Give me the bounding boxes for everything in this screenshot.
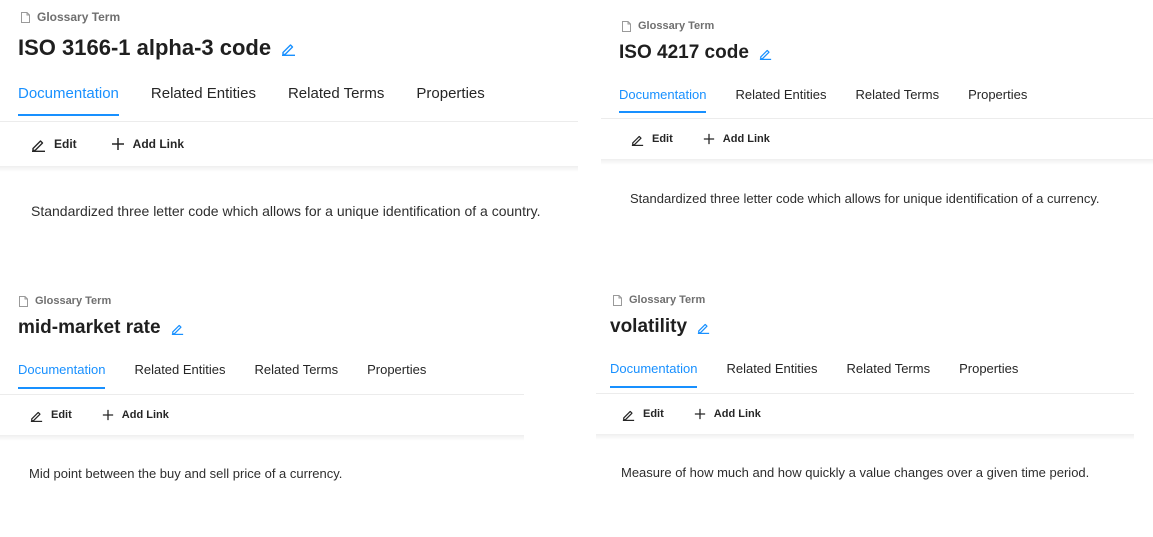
tab-related-terms[interactable]: Related Terms (856, 87, 940, 102)
tab-related-terms[interactable]: Related Terms (255, 362, 339, 377)
pencil-icon (631, 135, 644, 146)
glossary-term-panel: Glossary Term volatility Documentation R… (596, 274, 1153, 537)
tab-documentation[interactable]: Documentation (619, 87, 707, 113)
entity-type-label: Glossary Term (629, 294, 706, 306)
tab-properties[interactable]: Properties (968, 87, 1027, 102)
document-icon (613, 294, 622, 306)
tab-documentation[interactable]: Documentation (18, 85, 119, 116)
toolbar-shadow (0, 166, 578, 172)
document-icon (622, 20, 631, 32)
tab-related-terms[interactable]: Related Terms (288, 85, 384, 102)
entity-type-label: Glossary Term (35, 295, 112, 307)
plus-icon (111, 138, 124, 150)
documentation-toolbar: Edit Add Link (0, 395, 524, 435)
edit-button-label: Edit (54, 137, 77, 151)
edit-button[interactable]: Edit (622, 408, 664, 421)
documentation-text: Measure of how much and how quickly a va… (621, 465, 1090, 480)
pencil-icon[interactable] (759, 47, 772, 60)
page-title: ISO 4217 code (619, 42, 749, 63)
toolbar-shadow (601, 159, 1153, 165)
add-link-button-label: Add Link (121, 409, 169, 421)
tab-related-entities[interactable]: Related Entities (134, 362, 225, 377)
pencil-icon[interactable] (697, 321, 710, 334)
pencil-icon (30, 411, 43, 422)
tab-related-entities[interactable]: Related Entities (726, 361, 817, 376)
tab-related-terms[interactable]: Related Terms (847, 361, 931, 376)
glossary-term-panel: Glossary Term ISO 3166-1 alpha-3 code Do… (0, 0, 578, 232)
tab-bar: Documentation Related Entities Related T… (619, 87, 1056, 113)
page-title-row: mid-market rate (18, 317, 184, 339)
entity-type-label: Glossary Term (37, 10, 121, 24)
tab-bar: Documentation Related Entities Related T… (18, 85, 517, 116)
add-link-button[interactable]: Add Link (102, 409, 169, 421)
edit-button-label: Edit (643, 408, 664, 420)
tab-related-entities[interactable]: Related Entities (151, 85, 256, 102)
tab-documentation[interactable]: Documentation (18, 362, 106, 389)
add-link-button-label: Add Link (132, 137, 184, 151)
pencil-icon (32, 139, 45, 152)
glossary-term-panel: Glossary Term ISO 4217 code Documentatio… (601, 0, 1153, 242)
glossary-term-panel: Glossary Term mid-market rate Documentat… (0, 274, 524, 537)
documentation-text: Standardized three letter code which all… (630, 191, 1100, 206)
pencil-icon[interactable] (281, 41, 296, 56)
tab-properties[interactable]: Properties (367, 362, 426, 377)
add-link-button[interactable]: Add Link (703, 133, 770, 145)
tab-properties[interactable]: Properties (416, 85, 484, 102)
documentation-toolbar: Edit Add Link (0, 122, 578, 166)
page-title: ISO 3166-1 alpha-3 code (18, 35, 272, 60)
plus-icon (694, 408, 705, 420)
toolbar-shadow (0, 435, 524, 441)
page-title-row: ISO 4217 code (619, 42, 772, 64)
entity-type-row: Glossary Term (19, 295, 111, 307)
document-icon (19, 295, 28, 307)
pencil-icon[interactable] (171, 322, 184, 335)
page-title-row: ISO 3166-1 alpha-3 code (18, 35, 296, 61)
add-link-button-label: Add Link (713, 408, 761, 420)
add-link-button-label: Add Link (722, 133, 770, 145)
tab-documentation[interactable]: Documentation (610, 361, 698, 388)
documentation-text: Standardized three letter code which all… (31, 203, 541, 219)
page-title-row: volatility (610, 316, 710, 338)
entity-type-row: Glossary Term (613, 294, 705, 306)
entity-type-row: Glossary Term (21, 10, 120, 24)
edit-button[interactable]: Edit (631, 133, 673, 146)
toolbar-shadow (596, 434, 1134, 440)
document-icon (21, 11, 30, 23)
add-link-button[interactable]: Add Link (694, 408, 761, 420)
tab-bar: Documentation Related Entities Related T… (610, 361, 1047, 388)
edit-button-label: Edit (652, 133, 673, 145)
add-link-button[interactable]: Add Link (111, 137, 184, 151)
page-title: volatility (610, 316, 688, 337)
edit-button[interactable]: Edit (30, 409, 72, 422)
tab-bar: Documentation Related Entities Related T… (18, 362, 455, 389)
entity-type-label: Glossary Term (638, 20, 715, 32)
documentation-toolbar: Edit Add Link (601, 119, 1153, 159)
tab-properties[interactable]: Properties (959, 361, 1018, 376)
tab-related-entities[interactable]: Related Entities (735, 87, 826, 102)
documentation-text: Mid point between the buy and sell price… (29, 466, 343, 481)
edit-button-label: Edit (51, 409, 72, 421)
documentation-toolbar: Edit Add Link (596, 394, 1134, 434)
page-title: mid-market rate (18, 317, 161, 338)
entity-type-row: Glossary Term (622, 20, 714, 32)
edit-button[interactable]: Edit (31, 137, 77, 152)
pencil-icon (622, 410, 635, 421)
plus-icon (102, 409, 113, 421)
plus-icon (703, 133, 714, 145)
